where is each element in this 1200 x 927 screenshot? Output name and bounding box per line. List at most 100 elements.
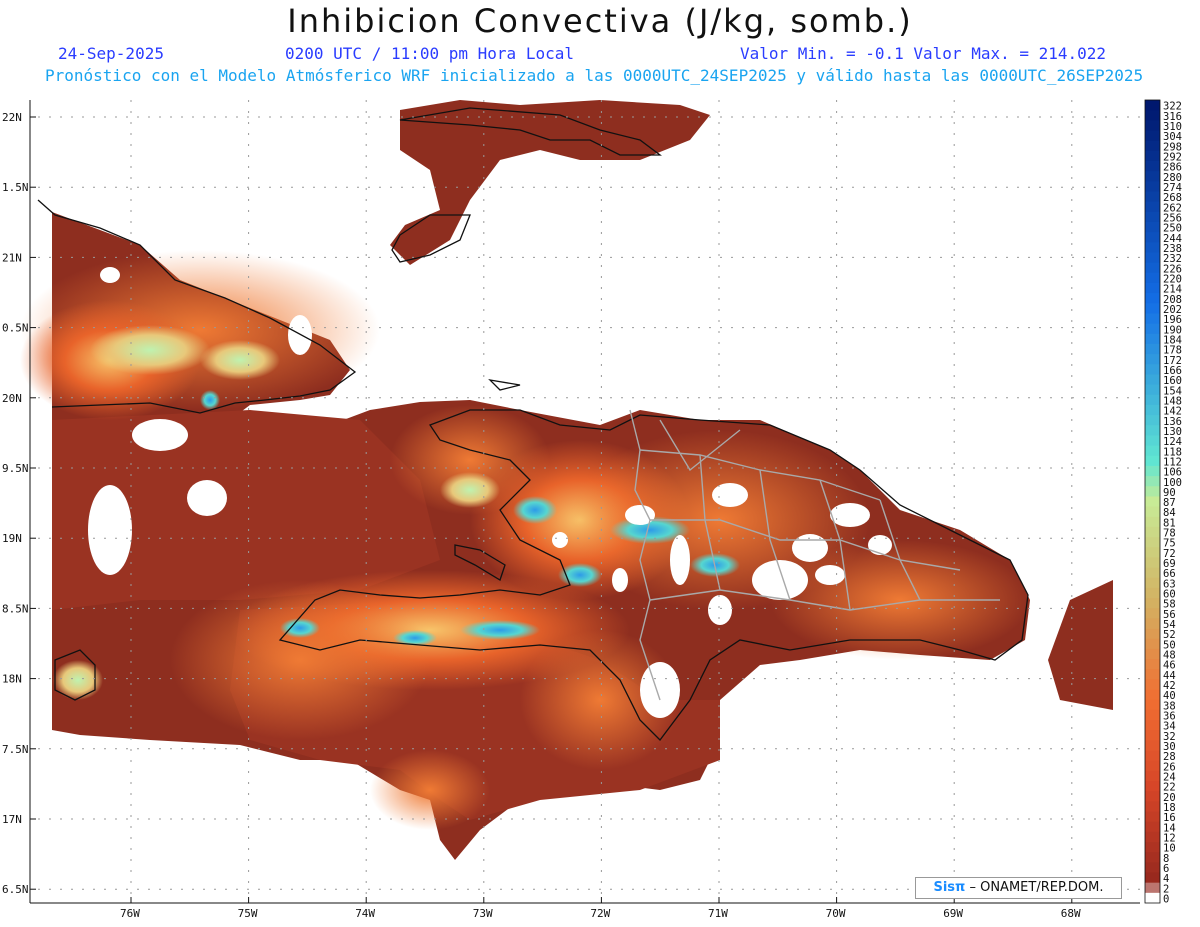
colorbar-swatch <box>1145 120 1160 131</box>
colorbar-swatch <box>1145 476 1160 487</box>
colorbar-swatch <box>1145 791 1160 802</box>
field-puerto-rico <box>1048 580 1113 710</box>
colorbar-swatch <box>1145 252 1160 264</box>
colorbar-swatch <box>1145 730 1160 741</box>
colorbar-swatch <box>1145 394 1160 406</box>
lat-tick-label: 18N <box>2 673 22 686</box>
colorbar-swatch <box>1145 882 1160 894</box>
lon-tick-label: 68W <box>1061 907 1081 920</box>
colorbar-swatch <box>1145 313 1160 325</box>
colorbar-swatch <box>1145 465 1160 477</box>
colorbar-swatch <box>1145 567 1160 579</box>
colorbar-swatch <box>1145 862 1160 873</box>
credit-text: – ONAMET/REP.DOM. <box>969 880 1104 895</box>
lon-axis: 76W 75W 74W 73W 72W 71W 70W 69W 68W <box>120 897 1081 920</box>
colorbar-swatch <box>1145 415 1160 426</box>
colorbar-swatch <box>1145 801 1160 812</box>
colorbar-swatch <box>1145 171 1160 182</box>
colorbar-swatch <box>1145 232 1160 243</box>
colorbar-swatch <box>1145 333 1160 345</box>
colorbar-swatch <box>1145 445 1160 457</box>
colorbar-swatch <box>1145 150 1160 162</box>
colorbar-swatch <box>1145 892 1160 904</box>
colorbar-swatch <box>1145 638 1160 650</box>
colorbar-swatch <box>1145 821 1160 833</box>
lat-tick-label: 1.5N <box>2 181 29 194</box>
colorbar-swatch <box>1145 455 1160 467</box>
colorbar-swatch <box>1145 211 1160 223</box>
credit-brand: Sisπ <box>933 880 966 895</box>
lon-tick-label: 74W <box>355 907 375 920</box>
colorbar-swatch <box>1145 343 1160 355</box>
colorbar-swatch <box>1145 598 1160 609</box>
cin-map: 22N 1.5N 21N 0.5N 20N 9.5N 19N 8.5N 18N 7.5N 17N 6.… <box>2 99 1182 920</box>
lat-tick-label: 8.5N <box>2 602 29 615</box>
colorbar-swatch <box>1145 648 1160 660</box>
colorbar-swatch <box>1145 852 1160 863</box>
colorbar-swatch <box>1145 842 1160 853</box>
colorbar-swatch <box>1145 587 1160 599</box>
colorbar-swatch <box>1145 140 1160 152</box>
colorbar-swatch <box>1145 689 1160 701</box>
colorbar-swatch <box>1145 750 1160 762</box>
colorbar-swatch <box>1145 110 1160 121</box>
colorbar-swatch <box>1145 618 1160 629</box>
colorbar-swatch <box>1145 181 1160 192</box>
colorbar-swatch <box>1145 608 1160 619</box>
colorbar-label: 0 <box>1163 894 1169 906</box>
colorbar-swatch <box>1145 323 1160 335</box>
colorbar-swatch <box>1145 374 1160 386</box>
colorbar-swatch <box>1145 242 1160 253</box>
colorbar-swatch <box>1145 160 1160 172</box>
colorbar-swatch <box>1145 781 1160 792</box>
colorbar-swatch <box>1145 709 1160 721</box>
lat-tick-label: 7.5N <box>2 743 29 756</box>
lon-tick-label: 76W <box>120 907 140 920</box>
colorbar-swatch <box>1145 537 1160 548</box>
lon-tick-label: 75W <box>238 907 258 920</box>
lat-tick-label: 9.5N <box>2 462 29 475</box>
lon-tick-label: 72W <box>590 907 610 920</box>
lat-tick-label: 19N <box>2 532 22 545</box>
lon-tick-label: 71W <box>708 907 728 920</box>
colorbar-swatch <box>1145 872 1160 884</box>
colorbar-swatch <box>1145 486 1160 497</box>
colorbar-swatch <box>1145 201 1160 213</box>
colorbar-swatch <box>1145 770 1160 782</box>
colorbar-swatch <box>1145 303 1160 314</box>
colorbar-swatch <box>1145 100 1160 111</box>
colorbar-swatch <box>1145 272 1160 284</box>
lat-tick-label: 20N <box>2 392 22 405</box>
field-north-bahamas <box>390 100 710 265</box>
colorbar-swatch <box>1145 628 1160 640</box>
lat-tick-label: 0.5N <box>2 322 29 335</box>
lat-tick-label: 17N <box>2 813 22 826</box>
credit-box: Sisπ – ONAMET/REP.DOM. <box>915 877 1122 899</box>
lon-tick-label: 73W <box>473 907 493 920</box>
colorbar-swatch <box>1145 760 1160 772</box>
lat-tick-label: 6.5N <box>2 883 29 896</box>
lat-axis: 22N 1.5N 21N 0.5N 20N 9.5N 19N 8.5N 18N 7.5N 17N 6.… <box>2 111 36 896</box>
colorbar-swatch <box>1145 699 1160 711</box>
colorbar-swatch <box>1145 354 1160 365</box>
colorbar-swatch <box>1145 811 1160 823</box>
colorbar-swatch <box>1145 282 1160 294</box>
colorbar-swatch <box>1145 516 1160 528</box>
colorbar-swatch <box>1145 262 1160 274</box>
colorbar-swatch <box>1145 577 1160 589</box>
colorbar-swatch <box>1145 404 1160 416</box>
colorbar-swatch <box>1145 435 1160 446</box>
colorbar-swatch <box>1145 831 1160 843</box>
colorbar-swatch <box>1145 293 1160 304</box>
colorbar-swatch <box>1145 740 1160 751</box>
colorbar-swatch <box>1145 221 1160 233</box>
colorbar-swatch <box>1145 547 1160 558</box>
lon-tick-label: 69W <box>943 907 963 920</box>
colorbar-swatch <box>1145 506 1160 518</box>
colorbar-swatch <box>1145 496 1160 507</box>
colorbar-swatch <box>1145 557 1160 568</box>
colorbar-swatch <box>1145 526 1160 538</box>
lat-tick-label: 21N <box>2 251 22 264</box>
colorbar-swatch <box>1145 384 1160 396</box>
colorbar: 3223163103042982922862802742682622562502… <box>1144 99 1182 906</box>
